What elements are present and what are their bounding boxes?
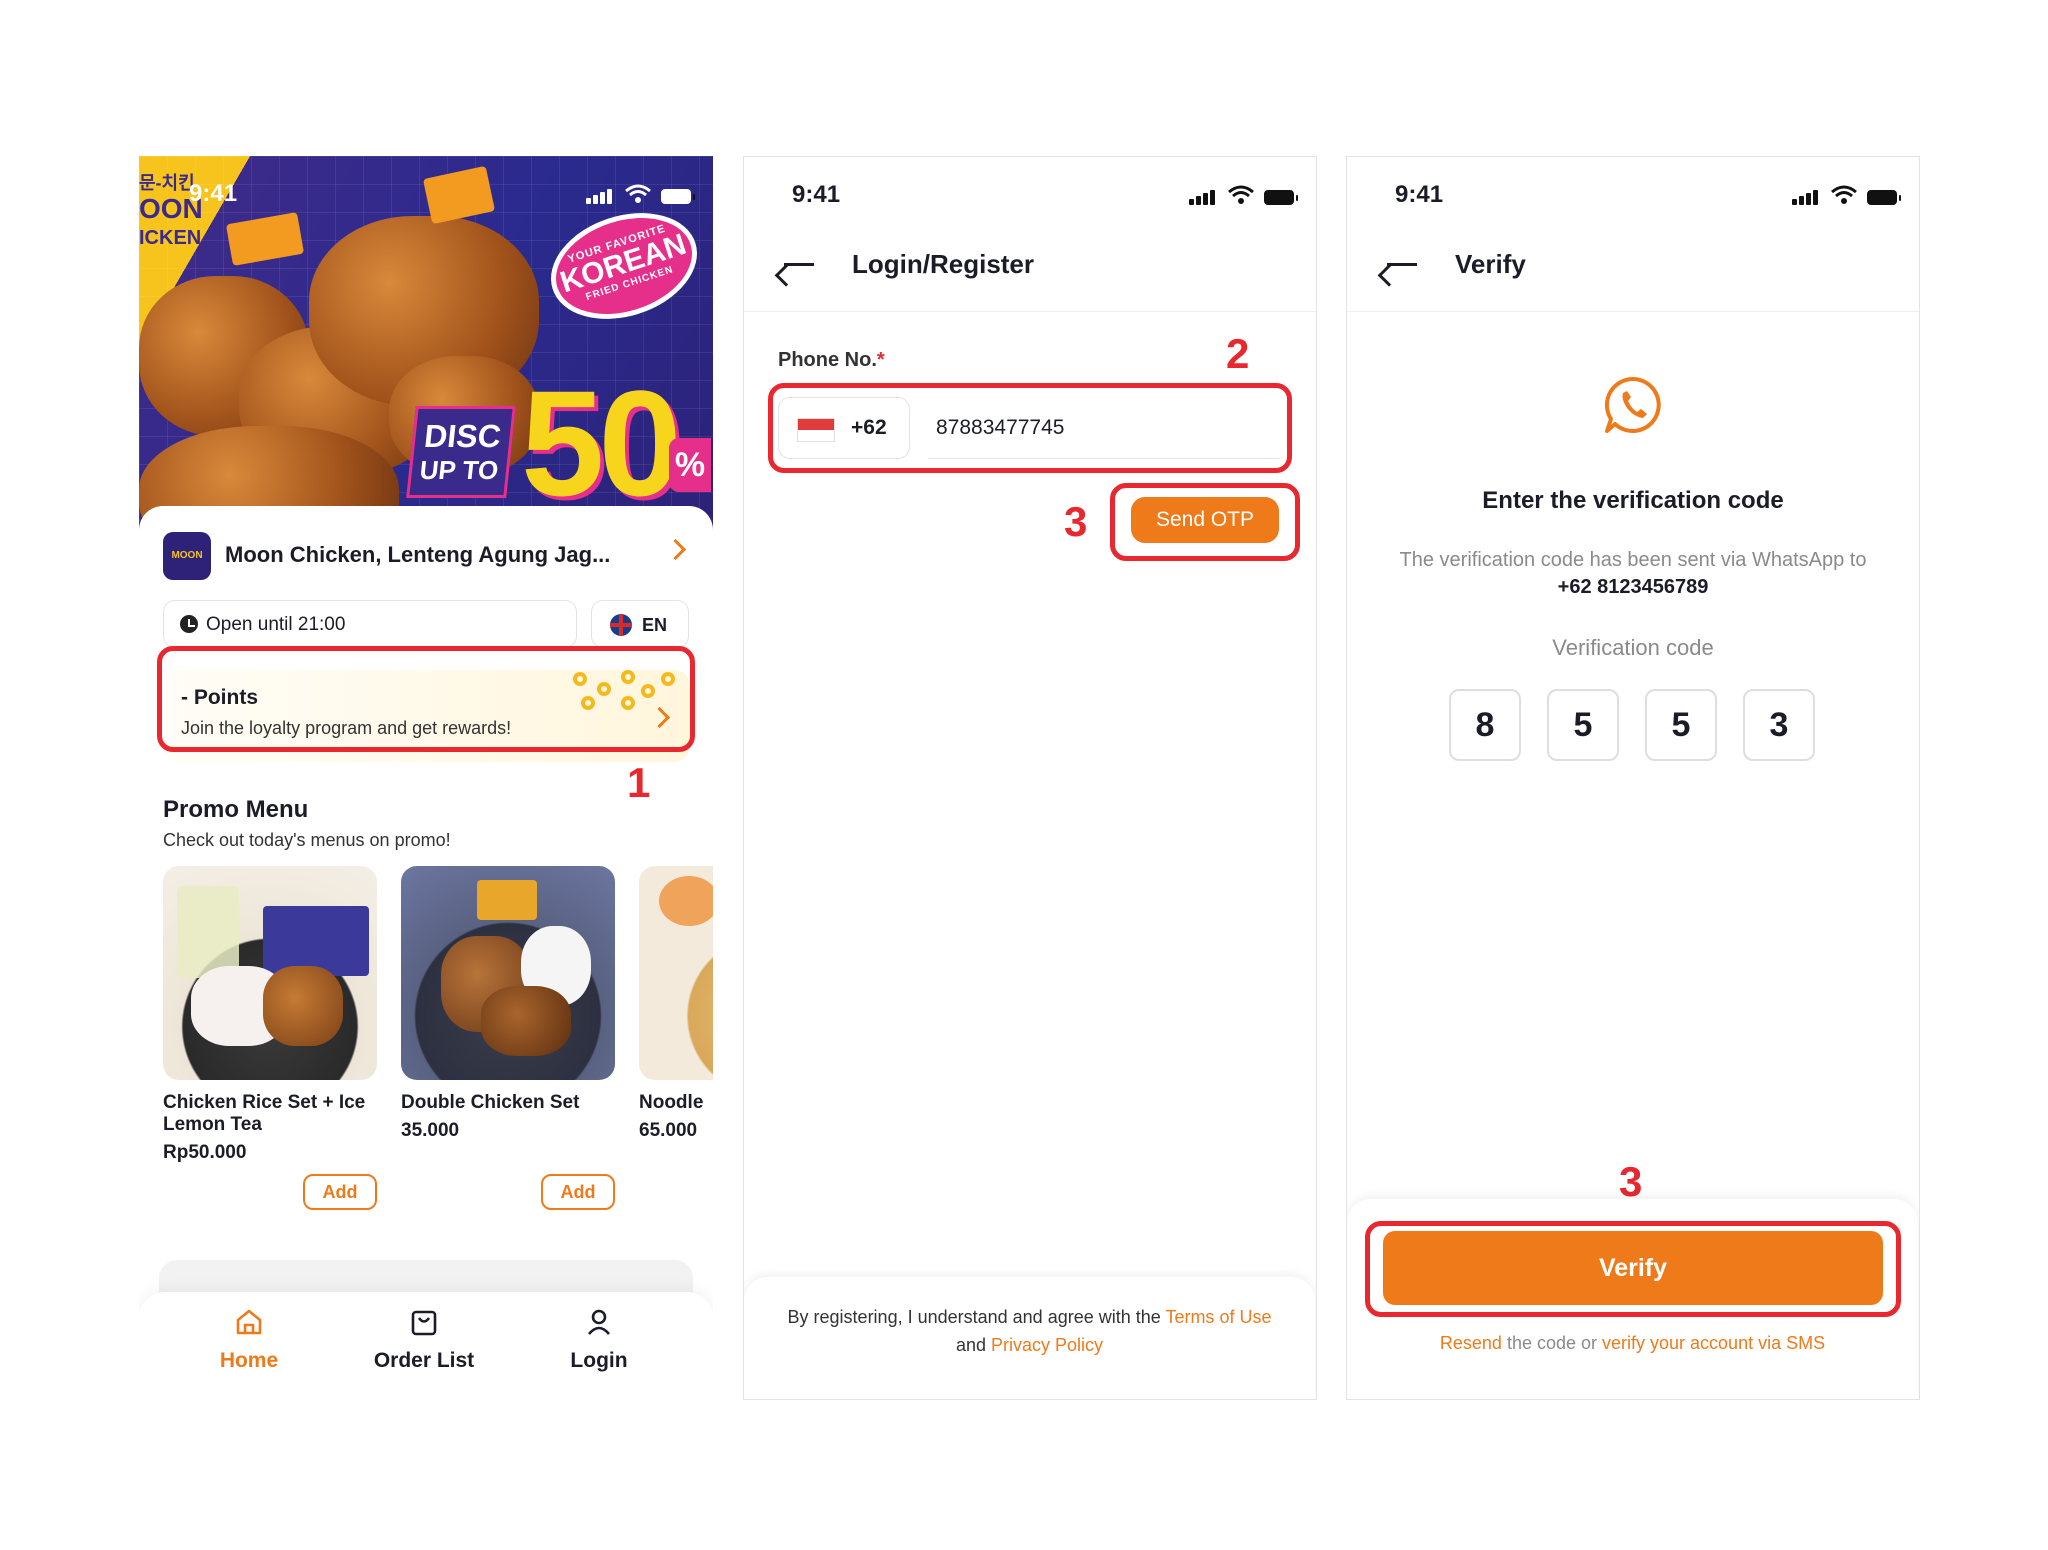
- header: Login/Register: [744, 229, 1316, 312]
- verify-footer: Verify Resend the code or verify your ac…: [1347, 1199, 1918, 1399]
- status-bar: 9:41: [139, 174, 713, 214]
- clock-icon: [180, 615, 198, 633]
- nav-order-list[interactable]: Order List: [354, 1306, 494, 1373]
- terms-footer: By registering, I understand and agree w…: [744, 1277, 1315, 1399]
- nav-order-list-label: Order List: [373, 1349, 475, 1372]
- menu-item-price: 65.000: [639, 1120, 698, 1141]
- chevron-right-icon: [664, 538, 687, 561]
- language-switcher[interactable]: EN: [591, 600, 689, 648]
- signal-icon: [586, 186, 614, 204]
- otp-digit-1[interactable]: 8: [1449, 689, 1521, 761]
- nav-login-label: Login: [570, 1349, 628, 1372]
- menu-item-card[interactable]: Double Chicken Set 35.000: [401, 866, 615, 1142]
- terms-text: By registering, I understand and agree w…: [787, 1307, 1272, 1355]
- page-title: Login/Register: [852, 249, 1035, 279]
- status-bar: 9:41: [744, 175, 1316, 215]
- status-icons: [586, 184, 695, 204]
- add-button[interactable]: Add: [303, 1174, 377, 1210]
- menu-item-price: Rp50.000: [163, 1142, 247, 1163]
- code-label: Verification code: [1552, 635, 1714, 660]
- back-arrow-icon[interactable]: [784, 263, 814, 266]
- bottom-nav: Home Order List Login: [139, 1292, 713, 1400]
- sms-verify-link[interactable]: verify your account via SMS: [1602, 1333, 1825, 1353]
- promo-title: Promo Menu: [163, 796, 309, 823]
- wifi-icon: [1227, 185, 1254, 204]
- percent-sign: %: [669, 438, 711, 492]
- promo-banner[interactable]: 문-치킨 OON ICKEN YOUR FAVORITE KOREAN FRIE…: [139, 156, 713, 536]
- opening-hours-pill: Open until 21:00: [163, 600, 577, 648]
- menu-item-name: Noodle: [639, 1092, 704, 1113]
- resend-text: Resend the code or verify your account v…: [1439, 1333, 1826, 1353]
- battery-icon: [1264, 190, 1298, 205]
- status-icons: [1189, 185, 1298, 205]
- user-icon: [588, 1309, 610, 1335]
- resend-link[interactable]: Resend: [1440, 1333, 1502, 1353]
- battery-icon: [661, 189, 695, 204]
- required-mark: *: [876, 349, 885, 371]
- status-time: 9:41: [189, 180, 238, 207]
- menu-item-image: [163, 866, 377, 1080]
- phone-label: Phone No.*: [778, 349, 885, 371]
- discount-value: 50: [521, 359, 682, 527]
- terms-link[interactable]: Terms of Use: [1165, 1307, 1271, 1327]
- otp-digit-3[interactable]: 5: [1645, 689, 1717, 761]
- status-time: 9:41: [1395, 181, 1444, 208]
- home-icon: [236, 1309, 262, 1335]
- battery-icon: [1867, 190, 1901, 205]
- annotation-box-3: [1110, 483, 1300, 561]
- menu-item-name: Chicken Rice Set + Ice Lemon Tea: [163, 1092, 366, 1135]
- discount-label: DISC UP TO: [406, 406, 516, 498]
- home-screen: 문-치킨 OON ICKEN YOUR FAVORITE KOREAN FRIE…: [139, 156, 713, 1400]
- annotation-number-3: 3: [1619, 1158, 1643, 1205]
- menu-item-card[interactable]: Chicken Rice Set + Ice Lemon Tea Rp50.00…: [163, 866, 377, 1164]
- language-code: EN: [642, 615, 668, 635]
- store-selector[interactable]: MOON Moon Chicken, Lenteng Agung Jag...: [163, 528, 687, 582]
- status-icons: [1792, 185, 1901, 205]
- wifi-icon: [624, 184, 651, 203]
- status-time: 9:41: [792, 181, 841, 208]
- menu-item-name: Double Chicken Set: [401, 1092, 580, 1113]
- verify-description: The verification code has been sent via …: [1399, 549, 1867, 598]
- store-card: MOON Moon Chicken, Lenteng Agung Jag... …: [139, 506, 713, 1236]
- annotation-number-1: 1: [627, 759, 651, 806]
- menu-item-image: [639, 866, 713, 1080]
- menu-item-card[interactable]: Noodle 65.000: [639, 866, 713, 1142]
- privacy-link[interactable]: Privacy Policy: [991, 1335, 1103, 1355]
- bag-icon: [411, 1310, 437, 1336]
- add-button[interactable]: Add: [541, 1174, 615, 1210]
- annotation-box-verify: [1365, 1221, 1901, 1317]
- menu-item-image: [401, 866, 615, 1080]
- uk-flag-icon: [610, 614, 632, 636]
- verify-screen: 9:41 Verify Enter the verification code …: [1346, 156, 1920, 1400]
- otp-digit-2[interactable]: 5: [1547, 689, 1619, 761]
- page-title: Verify: [1455, 249, 1526, 279]
- opening-hours-text: Open until 21:00: [206, 614, 346, 635]
- verify-phone: +62 8123456789: [1557, 576, 1709, 598]
- whatsapp-icon: [1604, 376, 1661, 433]
- back-arrow-icon[interactable]: [1387, 263, 1417, 266]
- annotation-number-2: 2: [1226, 330, 1250, 377]
- nav-home-label: Home: [219, 1349, 279, 1372]
- store-logo: MOON: [163, 532, 211, 580]
- status-bar: 9:41: [1347, 175, 1919, 215]
- annotation-number-3: 3: [1064, 498, 1088, 545]
- wifi-icon: [1830, 185, 1857, 204]
- nav-login[interactable]: Login: [529, 1306, 669, 1373]
- annotation-box-2: [768, 383, 1292, 473]
- annotation-box-1: [157, 646, 695, 752]
- menu-item-price: 35.000: [401, 1120, 460, 1141]
- signal-icon: [1792, 187, 1820, 205]
- store-name: Moon Chicken, Lenteng Agung Jag...: [225, 542, 611, 567]
- otp-digit-4[interactable]: 3: [1743, 689, 1815, 761]
- promo-subtitle: Check out today's menus on promo!: [163, 830, 451, 850]
- verify-heading: Enter the verification code: [1482, 487, 1784, 514]
- nav-home[interactable]: Home: [179, 1306, 319, 1373]
- login-screen: 9:41 Login/Register Phone No.* 2 +62 Sen…: [743, 156, 1317, 1400]
- header: Verify: [1347, 229, 1919, 312]
- signal-icon: [1189, 187, 1217, 205]
